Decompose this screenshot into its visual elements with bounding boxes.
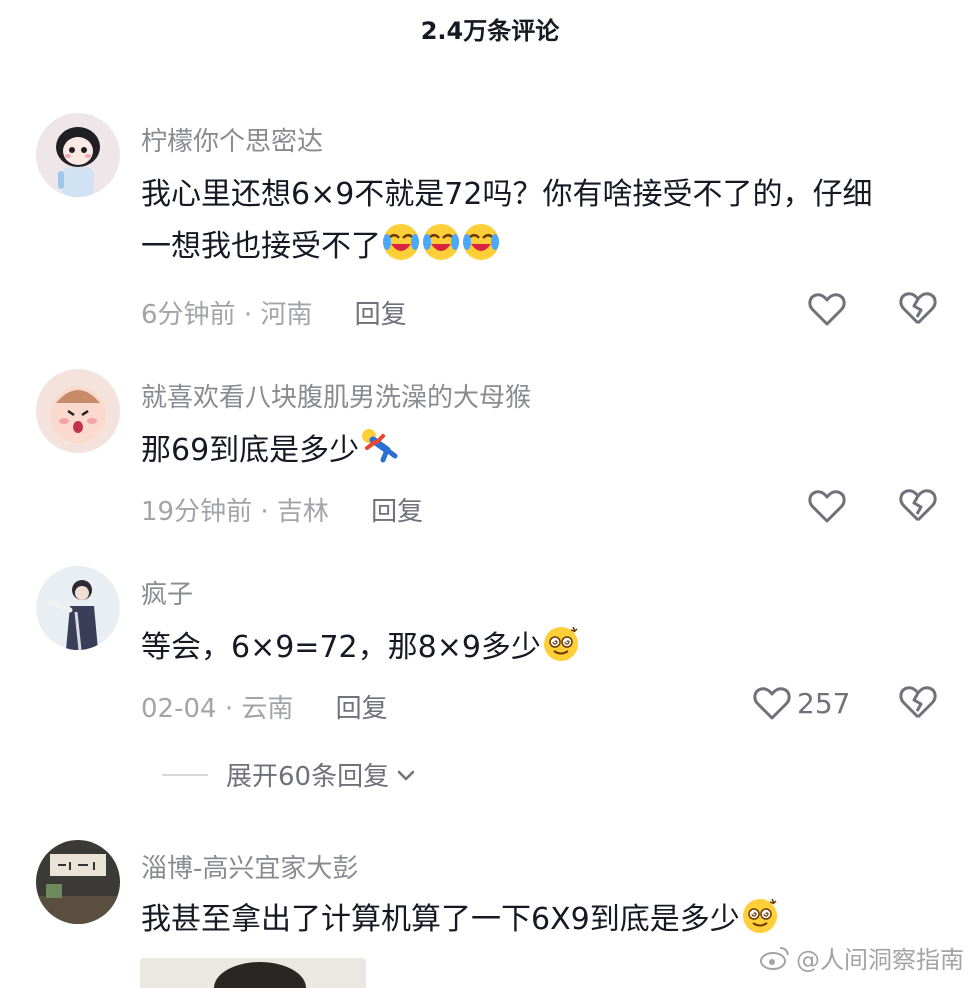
chevron-down-icon bbox=[397, 770, 415, 780]
avatar[interactable] bbox=[36, 369, 120, 453]
comment-text: 那69到底是多少 bbox=[141, 425, 951, 477]
comment-meta: 02-04 · 云南 回复 bbox=[141, 688, 388, 725]
comment-username[interactable]: 疯子 bbox=[141, 574, 193, 611]
expand-divider bbox=[162, 773, 208, 776]
comment-username[interactable]: 就喜欢看八块腹肌男洗澡的大母猴 bbox=[141, 377, 531, 414]
dizzy-face-icon bbox=[740, 898, 780, 937]
comment-text: 我心里还想6×9不就是72吗？你有啥接受不了的，仔细 一想我也接受不了 bbox=[141, 169, 951, 273]
reply-button[interactable]: 回复 bbox=[336, 694, 388, 724]
comment-time: 02-04 bbox=[141, 694, 217, 724]
heart-icon bbox=[753, 687, 791, 720]
expand-replies-button[interactable]: 展开60条回复 bbox=[162, 756, 417, 793]
broken-heart-icon bbox=[899, 489, 937, 522]
comment-count-title: 2.4万条评论 bbox=[420, 17, 560, 45]
heart-icon bbox=[808, 293, 846, 326]
meta-separator: · bbox=[224, 694, 234, 724]
weibo-logo-icon bbox=[760, 946, 789, 970]
broken-heart-icon bbox=[899, 292, 937, 325]
watermark-text: @人间洞察指南 bbox=[796, 946, 964, 974]
comment-image[interactable] bbox=[140, 958, 366, 988]
comment-location: 吉林 bbox=[276, 497, 329, 527]
comment-text-line: 我甚至拿出了计算机算了一下6X9到底是多少 bbox=[141, 902, 740, 937]
like-button[interactable] bbox=[808, 486, 846, 526]
reply-button[interactable]: 回复 bbox=[371, 497, 423, 527]
watermark: @人间洞察指南 bbox=[760, 940, 964, 975]
like-button[interactable]: 257 bbox=[753, 683, 850, 723]
comment-text: 等会，6×9=72，那8×9多少 bbox=[141, 622, 951, 674]
dislike-button[interactable] bbox=[898, 289, 938, 329]
comment-time: 6分钟前 bbox=[141, 300, 236, 330]
avatar[interactable] bbox=[36, 840, 120, 924]
dislike-button[interactable] bbox=[898, 683, 938, 723]
comment-text-line: 一想我也接受不了 bbox=[141, 229, 381, 264]
heart-icon bbox=[808, 490, 846, 523]
laughing-crying-icon bbox=[381, 224, 501, 264]
meta-separator: · bbox=[260, 497, 269, 527]
comment-username[interactable]: 淄博-高兴宜家大彭 bbox=[141, 848, 358, 885]
reply-button[interactable]: 回复 bbox=[355, 300, 407, 330]
comment-location: 云南 bbox=[241, 694, 294, 724]
dizzy-face-icon bbox=[541, 626, 581, 665]
like-button[interactable] bbox=[808, 289, 846, 329]
comment-text-line: 那69到底是多少 bbox=[141, 433, 360, 468]
meta-separator: · bbox=[243, 300, 253, 330]
broken-heart-icon bbox=[899, 686, 937, 719]
falling-person-icon bbox=[359, 429, 399, 468]
comments-header: 2.4万条评论 bbox=[0, 0, 980, 60]
comment-username[interactable]: 柠檬你个思密达 bbox=[141, 121, 323, 158]
comment-text: 我甚至拿出了计算机算了一下6X9到底是多少 bbox=[141, 894, 951, 946]
expand-replies-label: 展开60条回复 bbox=[226, 762, 390, 792]
comment-meta: 6分钟前 · 河南 回复 bbox=[141, 294, 407, 331]
comment-text-line: 我心里还想6×9不就是72吗？你有啥接受不了的，仔细 bbox=[141, 177, 873, 212]
like-count: 257 bbox=[797, 686, 851, 720]
dislike-button[interactable] bbox=[898, 486, 938, 526]
avatar[interactable] bbox=[36, 113, 120, 197]
comment-meta: 19分钟前 · 吉林 回复 bbox=[141, 491, 423, 528]
comment-time: 19分钟前 bbox=[141, 497, 253, 527]
comment-location: 河南 bbox=[260, 300, 313, 330]
avatar[interactable] bbox=[36, 566, 120, 650]
comment-text-line: 等会，6×9=72，那8×9多少 bbox=[141, 630, 541, 665]
